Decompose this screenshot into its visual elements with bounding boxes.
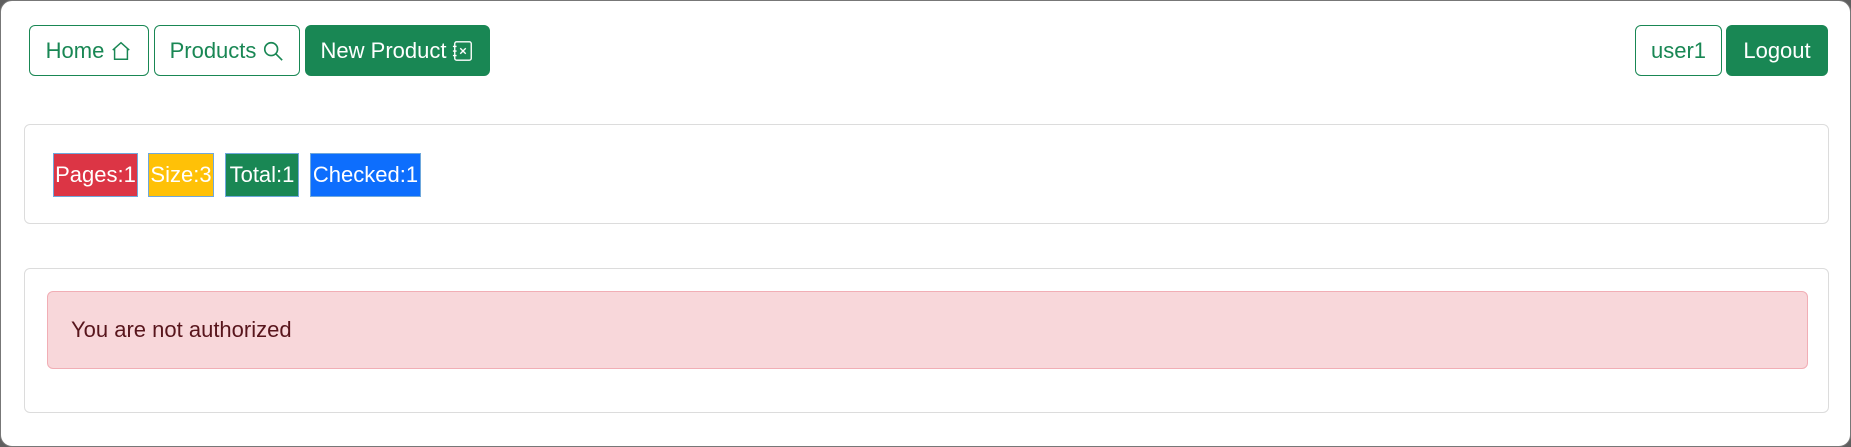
home-button-label: Home xyxy=(45,37,105,63)
new-product-button-label: New Product xyxy=(320,37,447,63)
logout-button-label: Logout xyxy=(1743,37,1811,63)
size-badge: Size:3 xyxy=(148,153,214,197)
search-icon xyxy=(262,40,284,62)
products-button-label: Products xyxy=(169,37,257,63)
user-button[interactable]: user1 xyxy=(1635,25,1722,76)
app-window: Home Products New Product user1 Logout P… xyxy=(0,0,1851,447)
logout-button[interactable]: Logout xyxy=(1726,25,1828,76)
content-card: You are not authorized xyxy=(24,268,1829,413)
not-authorized-alert: You are not authorized xyxy=(47,291,1808,369)
total-badge: Total:1 xyxy=(225,153,299,197)
home-button[interactable]: Home xyxy=(29,25,149,76)
products-button[interactable]: Products xyxy=(154,25,300,76)
house-icon xyxy=(110,40,132,62)
alert-message: You are not authorized xyxy=(71,317,292,342)
pages-badge: Pages:1 xyxy=(53,153,138,197)
new-product-icon xyxy=(452,40,474,62)
user-name: user1 xyxy=(1650,37,1707,63)
new-product-button[interactable]: New Product xyxy=(305,25,490,76)
stats-card: Pages:1 Size:3 Total:1 Checked:1 xyxy=(24,124,1829,224)
checked-badge: Checked:1 xyxy=(310,153,421,197)
